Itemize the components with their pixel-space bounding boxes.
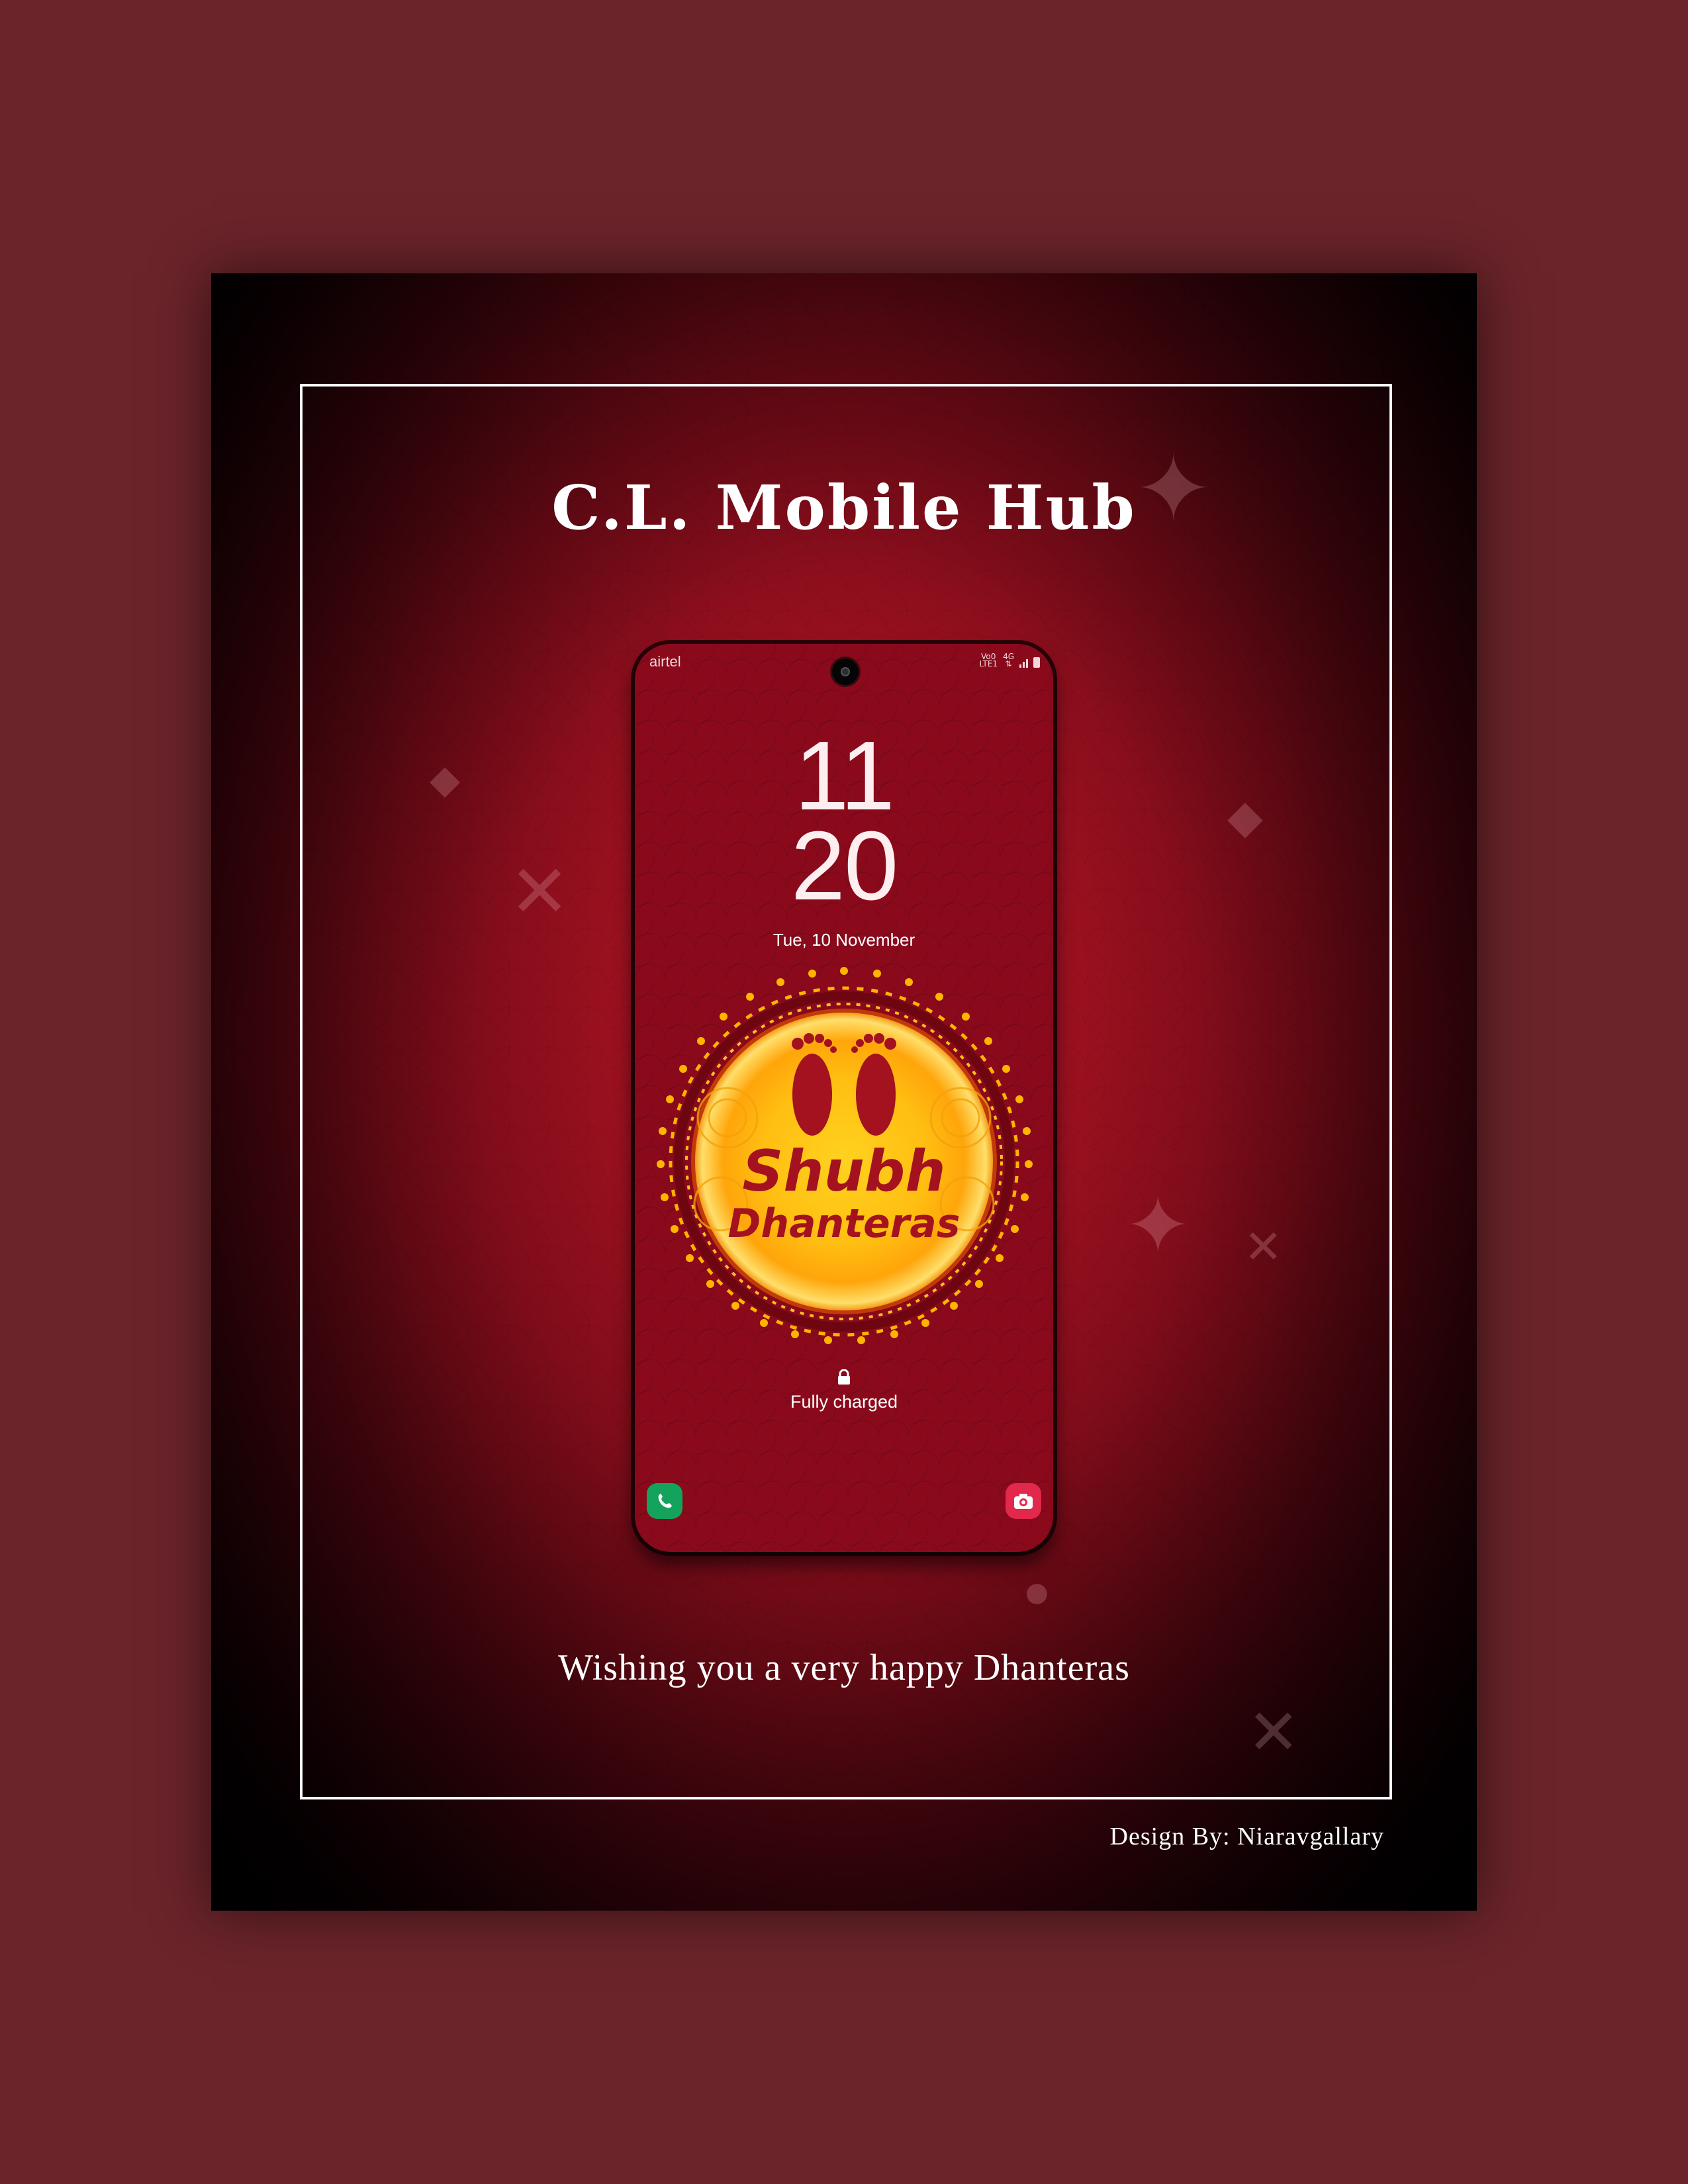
lock-icon [838,1369,850,1385]
wish-message: Wishing you a very happy Dhanteras [558,1647,1130,1688]
phone-shortcut-button[interactable] [647,1483,682,1519]
battery-icon [1033,657,1040,668]
design-credit: Design By: Niaravgallary [1109,1823,1384,1850]
emblem-line2: Dhanteras [728,1201,961,1247]
lte-label: LTE1 [979,659,998,668]
emblem-line1: Shubh [742,1138,945,1205]
carrier-label: airtel [649,653,681,670]
camera-shortcut-button[interactable] [1006,1483,1041,1519]
poster: ✦ ✕ ◆ ✦ ✕ ✕ ◆ ● C.L. Mobile Hub airtel V… [211,273,1477,1911]
camera-icon [1014,1494,1033,1509]
clock-minutes: 20 [790,811,899,921]
volte-indicator: Vo0 LTE1 [979,653,998,668]
brand-title: C.L. Mobile Hub [551,472,1137,543]
clock-hours: 11 [794,721,895,831]
phone-icon [658,1494,672,1508]
status-bar-icons: Vo0 LTE1 4G ⇅ [979,653,1040,668]
front-camera-icon [832,659,859,685]
network-type-indicator: 4G ⇅ [1003,653,1014,668]
data-arrows-icon: ⇅ [1005,659,1012,668]
signal-icon [1019,659,1028,668]
dhanteras-emblem: Shubh Dhanteras [657,967,1033,1344]
lockscreen-date: Tue, 10 November [773,930,915,950]
phone-mockup: airtel Vo0 LTE1 4G ⇅ 11 20 Tue, 10 Novem… [635,644,1053,1552]
charging-status: Fully charged [790,1392,898,1412]
